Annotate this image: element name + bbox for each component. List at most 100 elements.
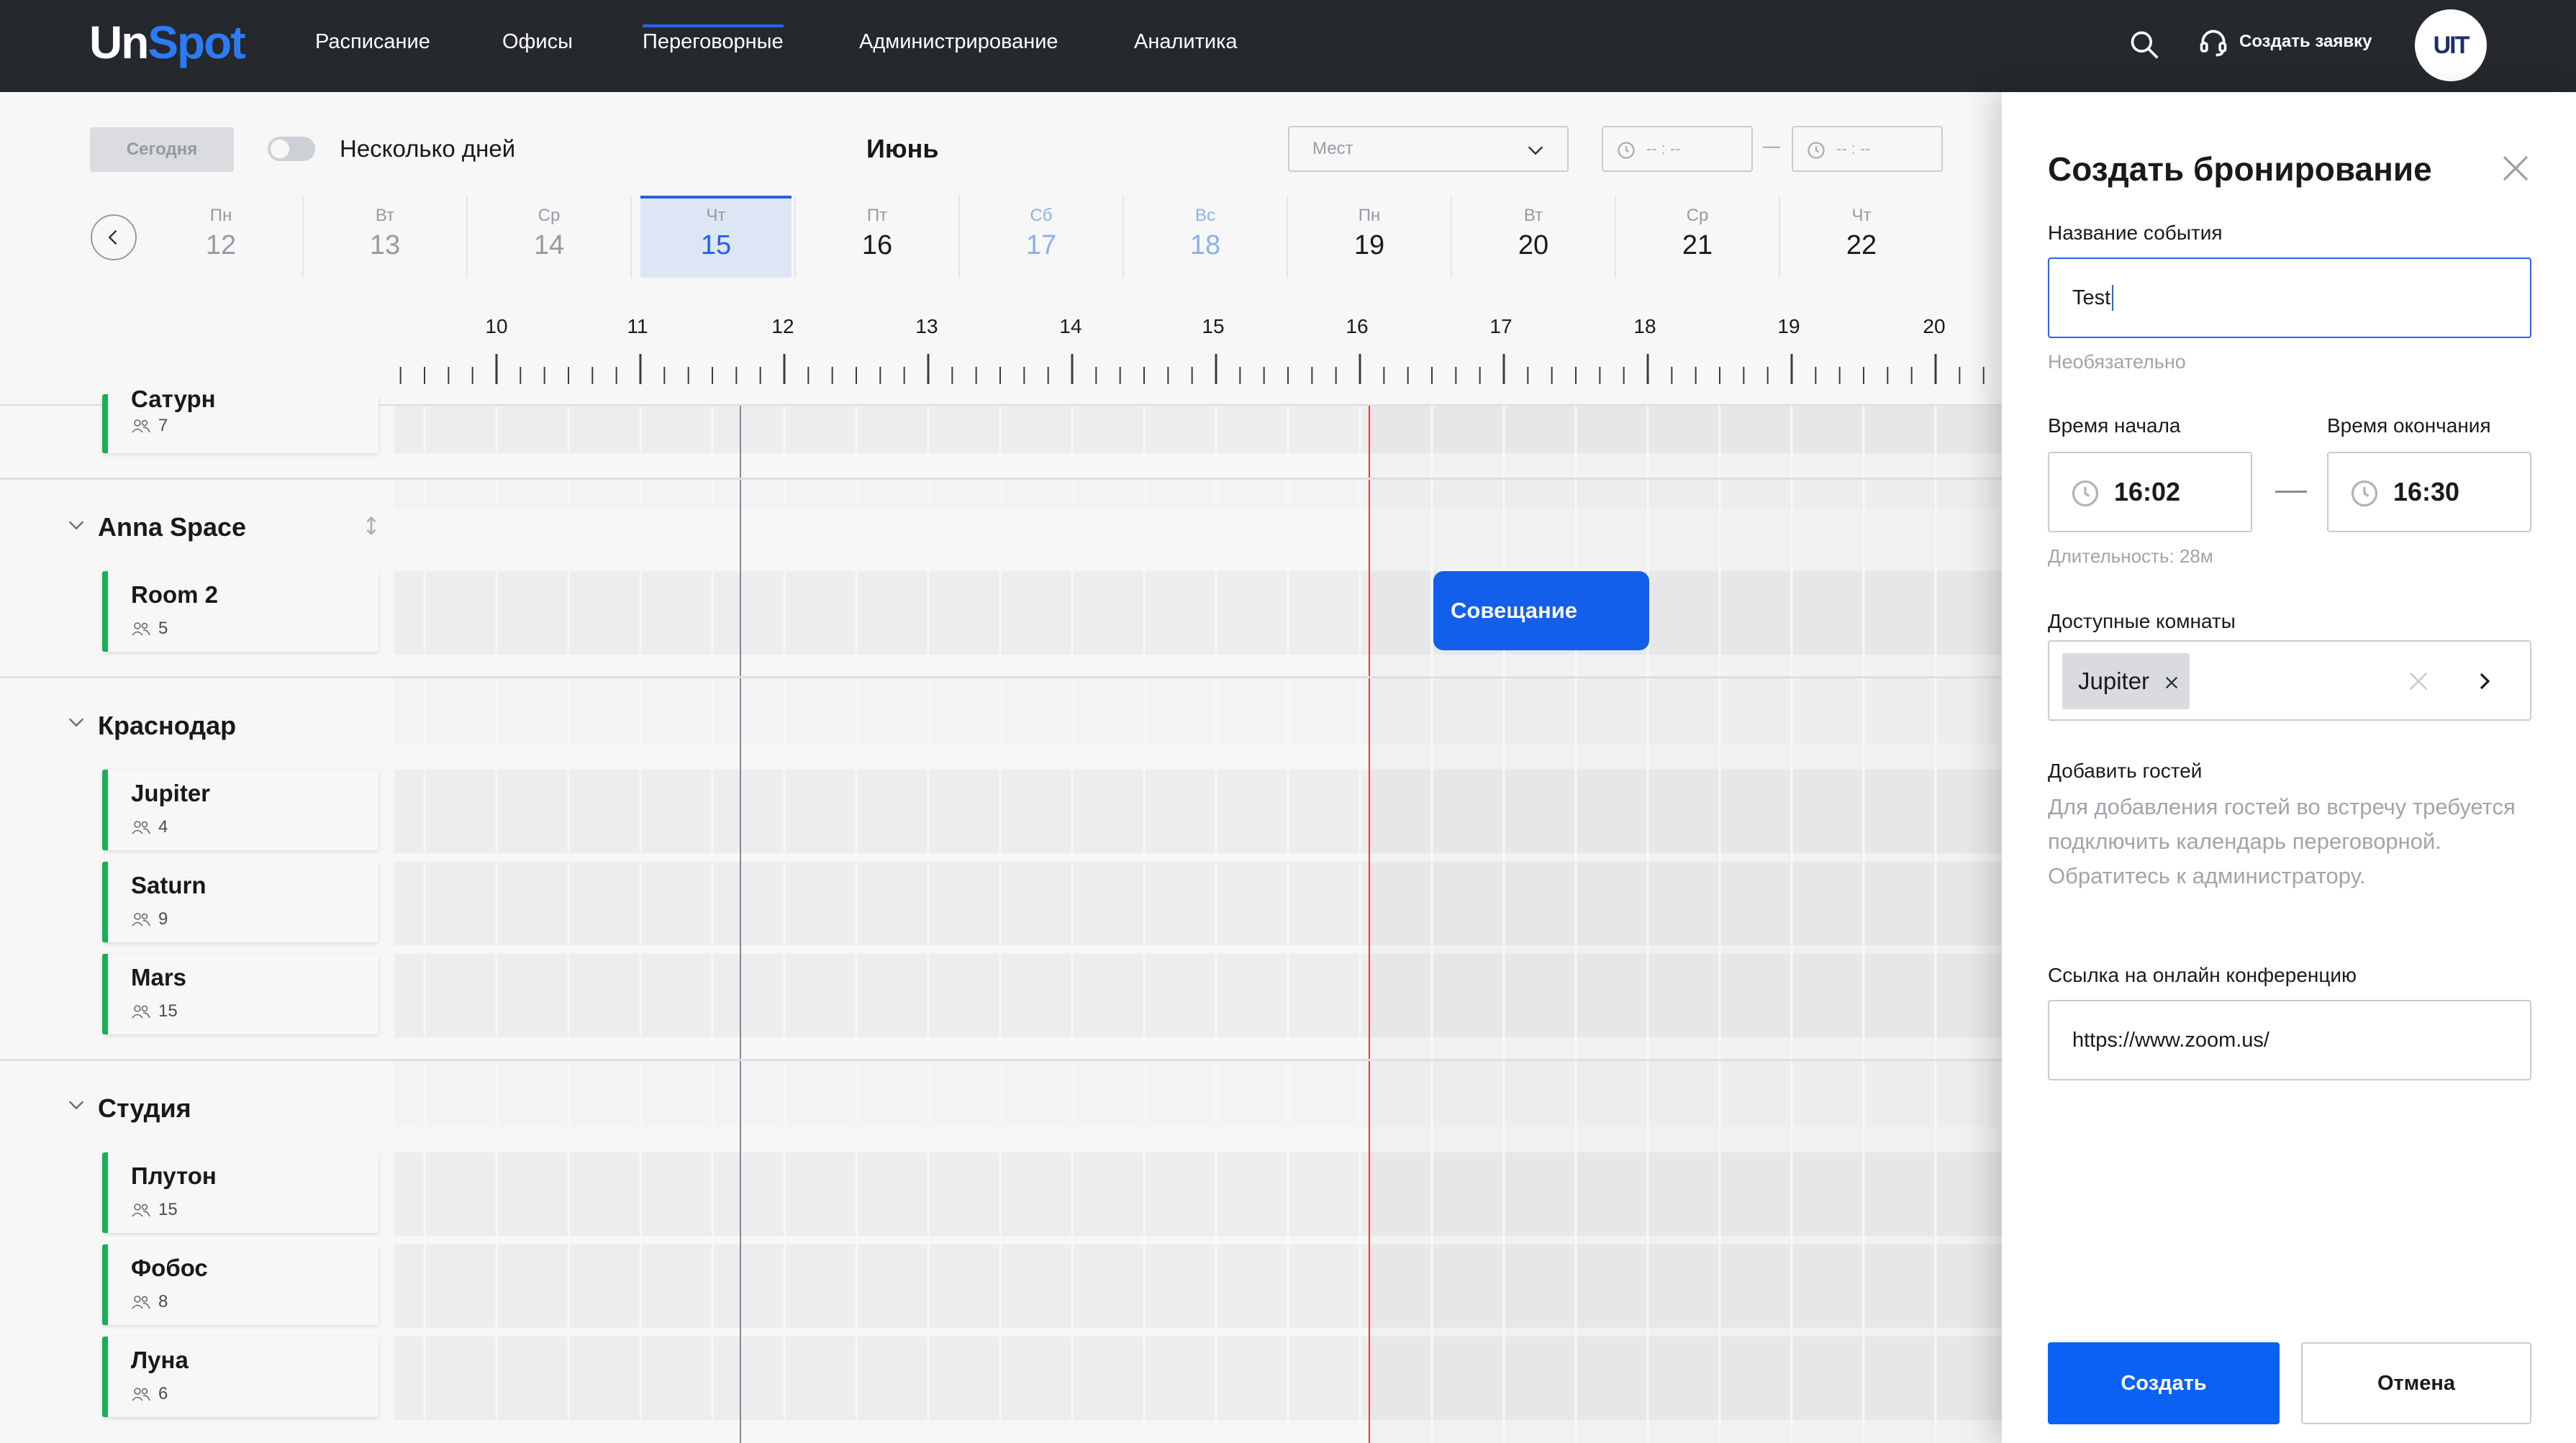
room-name: Room 2 (131, 581, 219, 608)
day-divider (1451, 196, 1452, 278)
day-weekday: Пн (1358, 206, 1381, 225)
selected-time-line (740, 406, 741, 1443)
group-title-anna-space[interactable]: Anna Space (98, 512, 246, 542)
clear-selection-icon[interactable] (2406, 669, 2431, 693)
time-to-placeholder: -- : -- (1836, 140, 1871, 158)
room-name: Сатурн (131, 386, 216, 412)
event-name-value: Test (2072, 286, 2111, 309)
chevron-down-icon[interactable] (66, 712, 86, 732)
day-mon-12[interactable]: Пн 12 (145, 196, 296, 278)
panel-title: Создать бронирование (2048, 150, 2432, 188)
room-card-partial[interactable]: Сатурн 7 (102, 386, 378, 453)
room-card-phobos[interactable]: Фобос 8 (102, 1244, 378, 1325)
day-tue-13[interactable]: Вт 13 (309, 196, 461, 278)
room-capacity: 4 (131, 817, 168, 837)
conference-link-input[interactable]: https://www.zoom.us/ (2048, 1000, 2531, 1080)
day-number: 21 (1682, 230, 1713, 260)
create-request-link[interactable]: Создать заявку (2239, 32, 2372, 52)
duration-text: Длительность: 28м (2048, 545, 2213, 567)
event-name-label: Название события (2048, 222, 2223, 244)
day-sun-18[interactable]: Вс 18 (1130, 196, 1281, 278)
day-tue-20[interactable]: Вт 20 (1458, 196, 1609, 278)
end-time-label: Время окончания (2327, 414, 2491, 437)
room-card-saturn[interactable]: Saturn 9 (102, 862, 378, 942)
day-number: 15 (700, 230, 732, 260)
start-time-value: 16:02 (2114, 477, 2181, 506)
room-capacity: 7 (131, 416, 168, 436)
chevron-right-icon[interactable] (2474, 670, 2495, 692)
day-wed-21[interactable]: Ср 21 (1622, 196, 1773, 278)
available-rooms-label: Доступные комнаты (2048, 610, 2236, 632)
search-icon[interactable] (2128, 29, 2160, 60)
people-icon (132, 1296, 150, 1309)
schedule-grid[interactable] (394, 406, 2002, 1443)
prev-week-button[interactable] (91, 214, 137, 260)
day-mon-19[interactable]: Пн 19 (1294, 196, 1445, 278)
day-divider (466, 196, 468, 278)
seats-select[interactable]: Мест (1288, 126, 1569, 172)
room-name: Jupiter (131, 780, 211, 806)
day-fri-16[interactable]: Пт 16 (802, 196, 953, 278)
unspot-logo[interactable]: UnSpot (89, 16, 246, 69)
multi-days-label: Несколько дней (340, 135, 516, 162)
people-icon (132, 821, 150, 834)
chevron-left-icon (108, 229, 117, 245)
room-card-jupiter[interactable]: Jupiter 4 (102, 770, 378, 850)
remove-chip-icon[interactable] (2164, 675, 2180, 691)
start-time-label: Время начала (2048, 414, 2181, 437)
clock-icon (2351, 480, 2378, 507)
group-title-studio[interactable]: Студия (98, 1093, 191, 1124)
nav-item-analytics[interactable]: Аналитика (1134, 30, 1238, 54)
day-divider (1287, 196, 1288, 278)
rooms-multiselect[interactable]: Jupiter (2048, 640, 2531, 721)
room-name: Mars (131, 964, 187, 991)
sort-handle-icon[interactable] (363, 515, 380, 537)
day-weekday: Сб (1030, 206, 1053, 225)
day-thu-22[interactable]: Чт 22 (1786, 196, 1937, 278)
nav-item-administration[interactable]: Администрирование (859, 30, 1058, 54)
nav-item-offices[interactable]: Офисы (502, 30, 573, 54)
day-sat-17[interactable]: Сб 17 (966, 196, 1117, 278)
room-capacity: 6 (131, 1384, 168, 1404)
nav-item-meeting-rooms[interactable]: Переговорные (643, 24, 784, 54)
start-time-input[interactable]: 16:02 (2048, 452, 2252, 532)
time-to-input[interactable]: -- : -- (1792, 126, 1943, 172)
day-thu-15[interactable]: Чт 15 (640, 196, 792, 278)
avatar[interactable]: UIT (2415, 9, 2487, 81)
people-icon (132, 1005, 150, 1019)
room-capacity: 8 (131, 1292, 168, 1312)
day-wed-14[interactable]: Ср 14 (473, 196, 625, 278)
room-card-mars[interactable]: Mars 15 (102, 954, 378, 1034)
hour-label: 19 (1777, 315, 1800, 337)
day-weekday: Ср (538, 206, 561, 225)
day-weekday: Вт (1523, 206, 1543, 225)
group-title-krasnodar[interactable]: Краснодар (98, 711, 236, 741)
conference-link-value: https://www.zoom.us/ (2072, 1028, 2269, 1052)
room-card-room-2[interactable]: Room 2 5 (102, 571, 378, 652)
room-card-moon[interactable]: Луна 6 (102, 1337, 378, 1417)
room-name: Луна (131, 1347, 189, 1373)
end-time-input[interactable]: 16:30 (2327, 452, 2531, 532)
people-icon (132, 419, 150, 433)
event-name-input[interactable]: Test (2048, 258, 2531, 338)
create-button[interactable]: Создать (2048, 1342, 2280, 1424)
booking-event-meeting[interactable]: Совещание (1433, 571, 1649, 650)
day-number: 14 (533, 230, 565, 260)
room-capacity: 15 (131, 1200, 178, 1220)
create-booking-panel: Создать бронирование Название события Te… (2002, 92, 2576, 1443)
hour-label: 11 (627, 315, 648, 337)
cancel-button[interactable]: Отмена (2301, 1342, 2531, 1424)
today-button[interactable]: Сегодня (90, 127, 234, 172)
chevron-down-icon[interactable] (66, 515, 86, 535)
time-from-input[interactable]: -- : -- (1602, 126, 1753, 172)
room-card-pluto[interactable]: Плутон 15 (102, 1152, 378, 1233)
close-icon[interactable] (2498, 151, 2533, 186)
room-name: Фобос (131, 1255, 208, 1281)
people-icon (132, 1203, 150, 1217)
headset-icon[interactable] (2198, 27, 2229, 59)
chevron-down-icon[interactable] (66, 1095, 86, 1115)
nav-item-schedule[interactable]: Расписание (315, 30, 430, 54)
hour-label: 17 (1489, 315, 1513, 337)
time-ruler (399, 354, 1985, 384)
multi-days-toggle[interactable] (268, 137, 315, 161)
